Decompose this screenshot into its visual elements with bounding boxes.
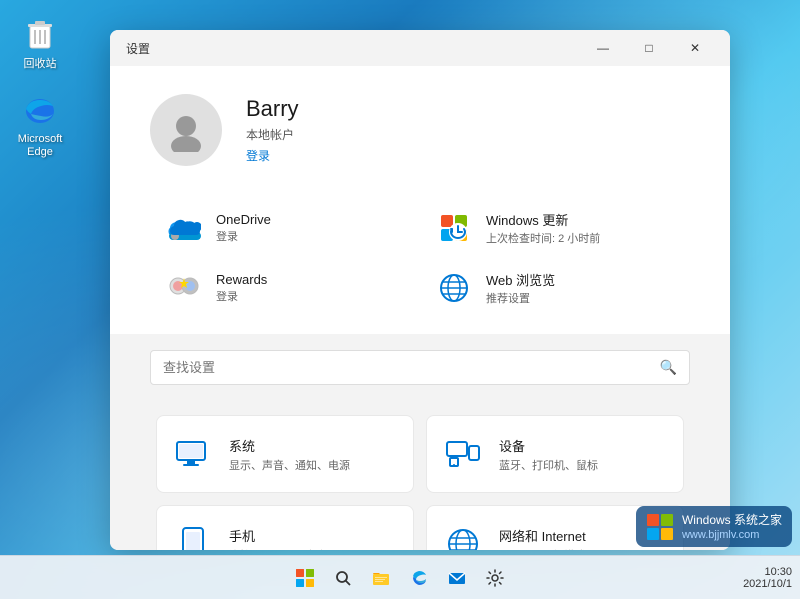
update-icon — [436, 210, 472, 246]
taskbar-settings-button[interactable] — [477, 560, 513, 596]
web-subtitle: 推荐设置 — [486, 290, 555, 306]
quick-item-update[interactable]: Windows 更新 上次检查时间: 2 小时前 — [420, 198, 690, 258]
recycle-bin-icon — [20, 14, 60, 54]
phone-subtitle: 连接 Android 设备和 iPhone — [229, 547, 365, 551]
network-subtitle: WLAN、飞行模式、VPN — [499, 547, 619, 551]
watermark-info: Windows 系统之家 www.bjjmlv.com — [682, 512, 782, 541]
taskbar-center — [287, 560, 513, 596]
recycle-bin-label: 回收站 — [24, 58, 57, 71]
devices-text: 设备 蓝牙、打印机、鼠标 — [499, 436, 598, 473]
onedrive-icon — [166, 210, 202, 246]
watermark: Windows 系统之家 www.bjjmlv.com — [636, 506, 792, 547]
taskbar-search-button[interactable] — [325, 560, 361, 596]
title-bar: 设置 — □ ✕ — [110, 30, 730, 66]
profile-subtitle: 本地帐户 — [246, 126, 299, 143]
settings-item-devices[interactable]: 设备 蓝牙、打印机、鼠标 — [426, 415, 684, 493]
settings-content: Barry 本地帐户 登录 — [110, 66, 730, 550]
search-input[interactable] — [163, 360, 652, 375]
taskbar-explorer-button[interactable] — [363, 560, 399, 596]
phone-title: 手机 — [229, 526, 365, 545]
web-icon — [436, 270, 472, 306]
avatar — [150, 94, 222, 166]
settings-window: 设置 — □ ✕ Barry 本地帐户 登录 — [110, 30, 730, 550]
web-title: Web 浏览览 — [486, 270, 555, 289]
settings-item-phone[interactable]: 手机 连接 Android 设备和 iPhone — [156, 505, 414, 550]
system-icon — [173, 434, 213, 474]
devices-title: 设备 — [499, 436, 598, 455]
taskbar-time: 10:30 2021/10/1 — [743, 566, 792, 590]
profile-info: Barry 本地帐户 登录 — [246, 96, 299, 164]
window-title: 设置 — [126, 40, 150, 57]
profile-login-link[interactable]: 登录 — [246, 147, 299, 164]
start-button[interactable] — [287, 560, 323, 596]
taskbar: 10:30 2021/10/1 — [0, 555, 800, 599]
update-subtitle: 上次检查时间: 2 小时前 — [486, 230, 600, 246]
onedrive-text: OneDrive 登录 — [216, 212, 271, 244]
web-text: Web 浏览览 推荐设置 — [486, 270, 555, 306]
phone-icon — [173, 524, 213, 550]
system-text: 系统 显示、声音、通知、电源 — [229, 436, 350, 473]
devices-icon — [443, 434, 483, 474]
update-title: Windows 更新 — [486, 210, 600, 229]
search-section: 🔍 — [110, 334, 730, 401]
close-button[interactable]: ✕ — [672, 32, 718, 64]
title-bar-controls: — □ ✕ — [580, 32, 718, 64]
desktop-icon-edge[interactable]: MicrosoftEdge — [8, 85, 72, 163]
quick-item-rewards[interactable]: Rewards 登录 — [150, 258, 420, 318]
desktop-icon-recycle[interactable]: 回收站 — [8, 10, 72, 75]
settings-item-system[interactable]: 系统 显示、声音、通知、电源 — [156, 415, 414, 493]
network-icon — [443, 524, 483, 550]
search-box: 🔍 — [150, 350, 690, 385]
rewards-icon — [166, 270, 202, 306]
rewards-text: Rewards 登录 — [216, 272, 267, 304]
quick-grid: OneDrive 登录 — [110, 190, 730, 334]
rewards-title: Rewards — [216, 272, 267, 287]
watermark-url: www.bjjmlv.com — [682, 529, 782, 541]
taskbar-mail-button[interactable] — [439, 560, 475, 596]
minimize-button[interactable]: — — [580, 32, 626, 64]
rewards-subtitle: 登录 — [216, 288, 267, 304]
update-text: Windows 更新 上次检查时间: 2 小时前 — [486, 210, 600, 246]
maximize-button[interactable]: □ — [626, 32, 672, 64]
edge-icon — [20, 89, 60, 129]
search-icon: 🔍 — [660, 359, 677, 376]
profile-name: Barry — [246, 96, 299, 122]
onedrive-subtitle: 登录 — [216, 228, 271, 244]
watermark-text: Windows 系统之家 — [682, 512, 782, 529]
system-title: 系统 — [229, 436, 350, 455]
devices-subtitle: 蓝牙、打印机、鼠标 — [499, 457, 598, 473]
quick-item-onedrive[interactable]: OneDrive 登录 — [150, 198, 420, 258]
profile-section: Barry 本地帐户 登录 — [110, 66, 730, 190]
system-subtitle: 显示、声音、通知、电源 — [229, 457, 350, 473]
edge-label: MicrosoftEdge — [18, 133, 63, 159]
network-text: 网络和 Internet WLAN、飞行模式、VPN — [499, 526, 619, 551]
windows-logo-watermark — [646, 513, 674, 541]
phone-text: 手机 连接 Android 设备和 iPhone — [229, 526, 365, 551]
quick-item-web[interactable]: Web 浏览览 推荐设置 — [420, 258, 690, 318]
desktop-icons: 回收站 MicrosoftEdge — [8, 10, 72, 164]
taskbar-edge-button[interactable] — [401, 560, 437, 596]
onedrive-title: OneDrive — [216, 212, 271, 227]
taskbar-right: 10:30 2021/10/1 — [743, 566, 792, 590]
network-title: 网络和 Internet — [499, 526, 619, 545]
